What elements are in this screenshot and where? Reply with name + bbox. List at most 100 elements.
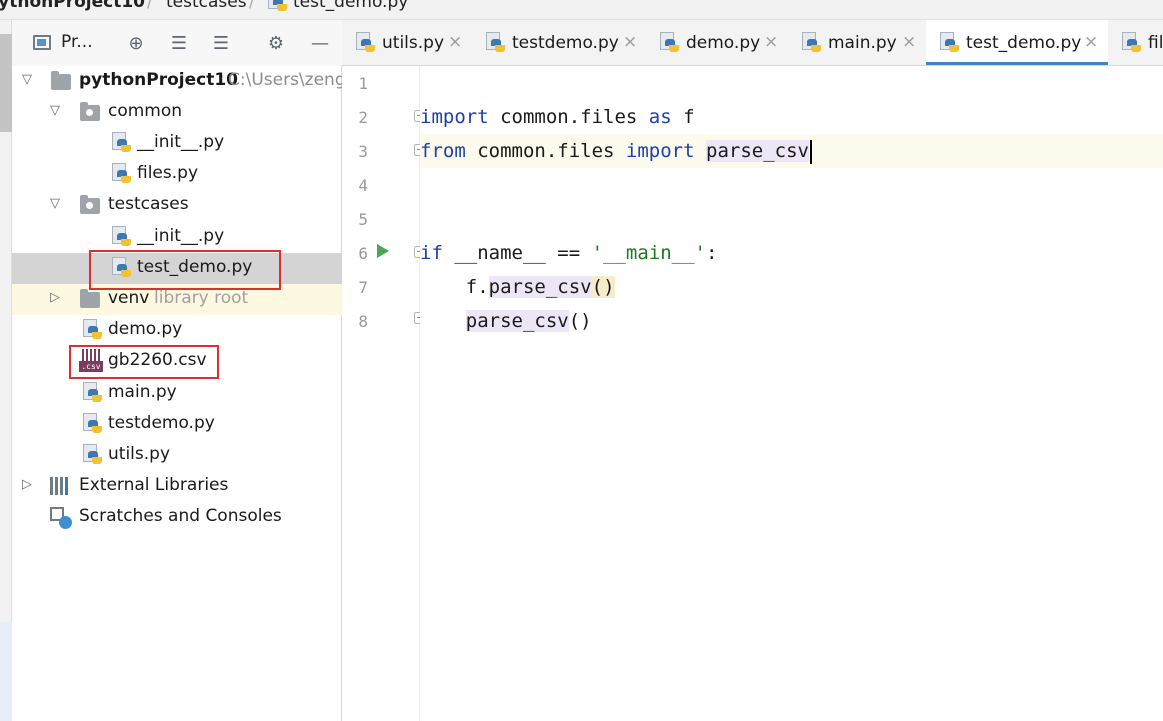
line-number: 8 [358, 312, 368, 331]
line-number: 5 [358, 210, 368, 229]
breadcrumb-project[interactable]: pythonProject10 [0, 0, 145, 12]
close-icon[interactable]: × [448, 32, 462, 52]
line-number: 3 [358, 142, 368, 161]
paren-token: () [568, 310, 592, 332]
keyword-token: from [420, 140, 466, 162]
tree-item-label: testcases [108, 194, 189, 214]
collapse-all-icon[interactable]: ☰ [209, 32, 233, 56]
keyword-token: if [420, 242, 443, 264]
code-line-6: if __name__ == '__main__': [420, 236, 1163, 270]
breadcrumb: pythonProject10 / testcases / test_demo.… [0, 0, 1163, 20]
line-number: 4 [358, 176, 368, 195]
paren-token: ) [603, 276, 615, 298]
close-icon[interactable]: × [1084, 32, 1098, 52]
tab-label: testdemo.py [512, 33, 619, 53]
python-file-icon [112, 226, 131, 248]
library-icon [50, 477, 72, 495]
tree-item-hint: library root [154, 288, 249, 308]
python-file-icon [112, 132, 131, 154]
tree-item-testcases[interactable]: ▽ testcases [12, 190, 342, 221]
code-token: f. [465, 276, 489, 298]
code-line-3: from common.files import parse_csv [420, 134, 1163, 168]
tree-item-path: C:\Users\zeng [228, 70, 346, 90]
tree-item-utils-py[interactable]: utils.py [12, 440, 342, 471]
chevron-down-icon[interactable]: ▽ [50, 104, 64, 118]
project-view-icon[interactable] [33, 35, 51, 50]
python-file-icon [486, 32, 505, 54]
tree-item-label: pythonProject10 [79, 70, 239, 90]
tree-item-scratches[interactable]: Scratches and Consoles [12, 502, 342, 533]
python-file-icon [660, 32, 679, 54]
highlight-box-test-demo [89, 250, 281, 290]
expand-all-icon[interactable]: ☰ [167, 32, 191, 56]
python-file-icon [83, 413, 102, 435]
chevron-right-icon[interactable]: ▷ [22, 478, 36, 492]
tab-label: utils.py [382, 33, 444, 53]
tree-item-main-py[interactable]: main.py [12, 378, 342, 409]
run-icon[interactable] [377, 244, 389, 258]
tab-label: fil [1148, 33, 1163, 53]
indent-token [420, 310, 466, 332]
bookmarks-tool-button[interactable] [0, 622, 12, 721]
string-token: '__main__' [591, 242, 706, 264]
tree-item-label: main.py [108, 382, 177, 402]
line-number: 6 [358, 244, 368, 263]
tool-window-stripe [0, 20, 12, 721]
locate-icon[interactable]: ⊕ [124, 32, 148, 56]
identifier-token: parse_csv [465, 310, 569, 332]
tab-test-demo-py[interactable]: test_demo.py × [926, 20, 1108, 65]
tab-fil[interactable]: fil [1108, 20, 1163, 65]
breadcrumb-folder[interactable]: testcases [166, 0, 247, 12]
tree-item-testcases-init[interactable]: __init__.py [12, 222, 342, 253]
tree-item-label: __init__.py [137, 132, 225, 152]
code-token: common.files [488, 106, 649, 128]
editor-tabs: utils.py × testdemo.py × demo.py × main.… [342, 20, 1163, 66]
keyword-token: import [420, 106, 489, 128]
hide-icon[interactable]: — [308, 32, 332, 56]
tree-item-label: testdemo.py [108, 413, 215, 433]
keyword-token: as [648, 106, 672, 128]
tree-item-demo-py[interactable]: demo.py [12, 315, 342, 346]
code-editor[interactable]: import common.files as f from common.fil… [420, 66, 1163, 721]
tab-label: demo.py [686, 33, 761, 53]
project-tool-button[interactable] [0, 34, 12, 132]
tab-label: main.py [828, 33, 897, 53]
code-token: common.files [465, 140, 626, 162]
gear-icon[interactable]: ⚙ [264, 32, 288, 56]
line-number: 2 [358, 108, 368, 127]
tab-main-py[interactable]: main.py × [786, 20, 926, 65]
close-icon[interactable]: × [764, 32, 778, 52]
tree-item-label: demo.py [108, 319, 183, 339]
tree-item-label: files.py [137, 163, 199, 183]
close-icon[interactable]: × [902, 32, 916, 52]
chevron-down-icon[interactable]: ▽ [22, 73, 36, 87]
chevron-right-icon[interactable]: ▷ [50, 291, 64, 305]
tree-item-external-libraries[interactable]: ▷ External Libraries [12, 471, 342, 502]
tab-utils-py[interactable]: utils.py × [342, 20, 470, 65]
breadcrumb-separator: / [249, 0, 255, 12]
identifier-token: parse_csv [706, 140, 809, 162]
text-caret [809, 139, 812, 164]
highlight-box-csv [69, 345, 219, 379]
breadcrumb-file[interactable]: test_demo.py [293, 0, 408, 12]
code-line-2: import common.files as f [420, 100, 1163, 134]
close-icon[interactable]: × [623, 32, 637, 52]
python-file-icon [83, 382, 102, 404]
project-panel-title[interactable]: Pr... [61, 32, 93, 52]
project-panel-header: Pr... ⊕ ☰ ☰ ⚙ — [12, 20, 342, 66]
tree-item-common[interactable]: ▽ common [12, 97, 342, 128]
tree-item-testdemo-py[interactable]: testdemo.py [12, 409, 342, 440]
code-line-8: parse_csv() [420, 304, 1163, 338]
tree-item-project-root[interactable]: ▽ pythonProject10 C:\Users\zeng [12, 66, 346, 97]
tree-item-common-init[interactable]: __init__.py [12, 128, 342, 159]
tree-item-label: External Libraries [79, 475, 229, 495]
tree-item-label: venv [108, 288, 150, 308]
tab-testdemo-py[interactable]: testdemo.py × [470, 20, 644, 65]
line-number: 7 [358, 278, 368, 297]
tree-item-files-py[interactable]: files.py [12, 159, 342, 190]
tab-demo-py[interactable]: demo.py × [644, 20, 786, 65]
tab-label: test_demo.py [966, 33, 1082, 53]
chevron-down-icon[interactable]: ▽ [50, 197, 64, 211]
code-line-7: f.parse_csv() [420, 270, 1163, 304]
